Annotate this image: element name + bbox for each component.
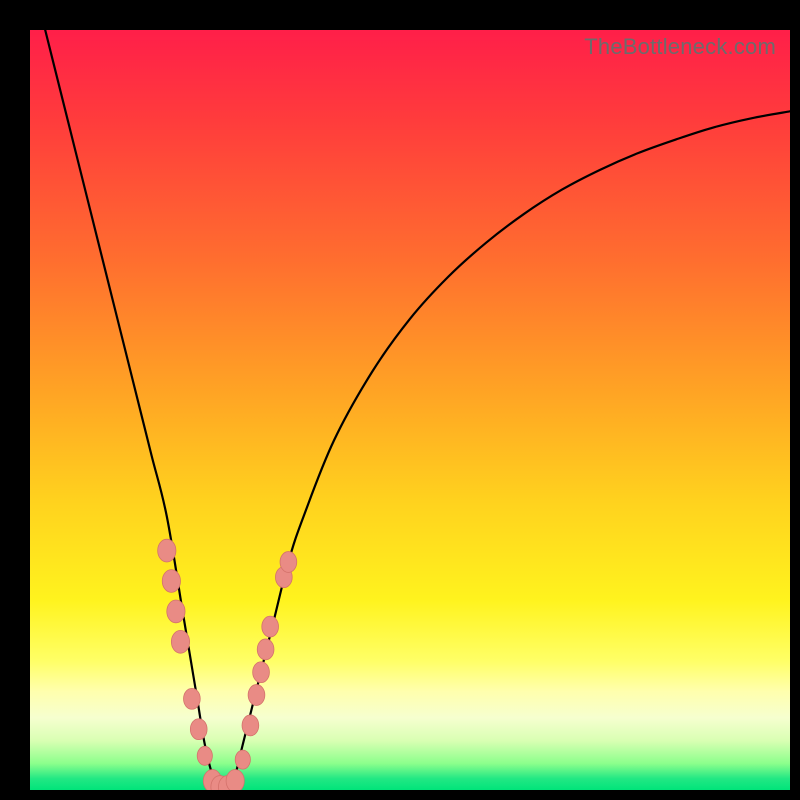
curve-marker — [242, 715, 259, 736]
curve-marker — [253, 662, 270, 683]
watermark-text: TheBottleneck.com — [584, 34, 776, 60]
curve-marker — [248, 685, 265, 706]
curve-marker — [197, 746, 212, 765]
curve-marker — [262, 616, 279, 637]
curve-marker — [171, 630, 189, 653]
curve-marker — [257, 639, 274, 660]
curve-marker — [184, 688, 201, 709]
curve-layer — [30, 30, 790, 790]
plot-area: TheBottleneck.com — [30, 30, 790, 790]
curve-marker — [280, 552, 297, 573]
curve-marker — [162, 570, 180, 593]
curve-markers — [158, 539, 297, 790]
bottleneck-curve — [45, 30, 790, 790]
curve-marker — [190, 719, 207, 740]
chart-frame: TheBottleneck.com — [0, 0, 800, 800]
curve-marker — [167, 600, 185, 623]
curve-marker — [158, 539, 176, 562]
curve-marker — [235, 750, 250, 769]
curve-marker — [226, 769, 244, 790]
